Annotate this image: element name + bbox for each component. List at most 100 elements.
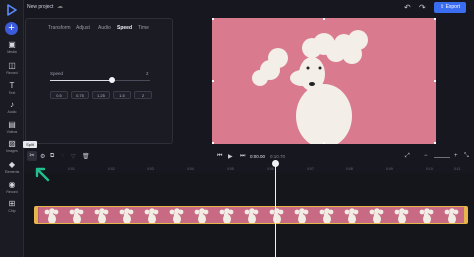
sidebar-item-chip[interactable]: ⊞ Chip	[0, 199, 24, 213]
top-bar: New project ☁ ↶ ↷ ⇪ Export	[24, 0, 474, 16]
ruler-tick: 0:01	[68, 167, 75, 171]
ruler-tick: 0:03	[147, 167, 154, 171]
zoom-slider[interactable]	[434, 157, 450, 158]
resize-handle[interactable]	[434, 142, 436, 144]
text-icon: T	[9, 81, 15, 90]
tab-adjust[interactable]: Adjust	[76, 25, 90, 31]
ruler-tick: 0:04	[187, 167, 194, 171]
sidebar-item-videos[interactable]: ▤ Videos	[0, 120, 24, 134]
clip-thumbnail	[314, 207, 339, 223]
ruler-tick: 0:11	[454, 167, 461, 171]
undo-icon[interactable]: ↶	[404, 3, 411, 12]
timeline-toolbar: ✂ ⚙ ⧉ ◌ ▽ 🗑 ⏮ ▶ ⏭ 0:00.00 0:10.70 ⤢ − + …	[24, 150, 474, 164]
clip-thumbnail	[89, 207, 114, 223]
clip-thumbnail	[289, 207, 314, 223]
play-icon[interactable]: ▶	[228, 153, 233, 160]
split-button[interactable]: ✂	[27, 151, 37, 161]
clip-trim-handle-right[interactable]	[464, 207, 468, 223]
properties-panel: Transform Adjust Audio Speed Time Speed …	[25, 18, 173, 144]
duration: 0:10.70	[270, 154, 286, 159]
resize-handle[interactable]	[212, 142, 214, 144]
clip-thumbnail	[364, 207, 389, 223]
expand-icon[interactable]: ⤡	[464, 153, 469, 160]
clip-thumbnail	[214, 207, 239, 223]
sidebar: + ▣ Media ◫ Record T Text ♪ Audio ▤ Vide…	[0, 0, 24, 257]
duplicate-icon[interactable]: ⧉	[50, 153, 54, 160]
resize-handle[interactable]	[212, 18, 214, 20]
record-circle-icon: ◉	[8, 180, 16, 189]
current-time: 0:00.00	[250, 154, 266, 159]
clip-thumbnail	[439, 207, 464, 223]
resize-handle[interactable]	[434, 80, 436, 82]
sidebar-item-media[interactable]: ▣ Media	[0, 40, 24, 54]
copy-icon: ◌	[61, 153, 65, 159]
media-icon: ▣	[8, 40, 16, 49]
editor-root: + ▣ Media ◫ Record T Text ♪ Audio ▤ Vide…	[0, 0, 474, 257]
ruler-tick: 0:09	[386, 167, 393, 171]
playhead-handle[interactable]	[272, 160, 279, 167]
zoom-out-icon[interactable]: −	[424, 153, 428, 159]
scissors-icon: ✂	[29, 153, 35, 159]
delete-icon[interactable]: 🗑	[82, 153, 90, 160]
tab-speed[interactable]: Speed	[117, 25, 132, 31]
clip-thumbnail	[414, 207, 439, 223]
videos-icon: ▤	[8, 120, 16, 129]
tab-audio[interactable]: Audio	[98, 25, 111, 31]
resize-handle[interactable]	[212, 80, 214, 82]
sidebar-item-record[interactable]: ◫ Record	[0, 61, 24, 75]
zoom-in-icon[interactable]: +	[454, 153, 458, 159]
speed-value: 2	[146, 71, 149, 76]
speed-slider-fill	[50, 80, 112, 81]
clip-thumbnail	[114, 207, 139, 223]
resize-handle[interactable]	[323, 142, 325, 144]
ruler-tick: 0:10	[426, 167, 433, 171]
poodle-image	[212, 18, 436, 144]
add-media-button[interactable]: +	[5, 22, 18, 35]
clip-thumbnail	[339, 207, 364, 223]
tab-transform[interactable]: Transform	[48, 25, 71, 31]
speed-preset-1.25[interactable]: 1.25	[92, 91, 110, 99]
skip-forward-icon[interactable]: ⏭	[240, 153, 245, 160]
video-preview[interactable]	[212, 18, 436, 144]
sidebar-item-images[interactable]: ▨ Images	[0, 139, 24, 153]
clip-thumbnail	[139, 207, 164, 223]
resize-handle[interactable]	[323, 18, 325, 20]
timeline-ruler[interactable]: 0:01 0:02 0:03 0:04 0:05 0:06 0:07 0:08 …	[24, 165, 474, 173]
clip-thumbnail	[239, 207, 264, 223]
ruler-tick: 0:06	[267, 167, 274, 171]
elements-icon: ◆	[8, 160, 16, 169]
ruler-tick: 0:02	[108, 167, 115, 171]
resize-handle[interactable]	[434, 18, 436, 20]
tab-time[interactable]: Time	[138, 25, 149, 31]
clip-thumbnail	[64, 207, 89, 223]
clip-trim-handle-left[interactable]	[34, 207, 38, 223]
speed-slider[interactable]	[50, 77, 150, 83]
speed-label: Speed	[50, 71, 64, 76]
app-logo-icon[interactable]	[6, 4, 18, 16]
skip-back-icon[interactable]: ⏮	[217, 153, 222, 160]
sidebar-item-record-2[interactable]: ◉ Record	[0, 180, 24, 194]
settings-icon[interactable]: ⚙	[40, 153, 45, 160]
ruler-tick: 0:07	[307, 167, 314, 171]
sidebar-item-text[interactable]: T Text	[0, 81, 24, 95]
fit-icon[interactable]: ⤢	[405, 153, 410, 160]
speed-preset-0.5[interactable]: 0.5	[50, 91, 68, 99]
ruler-tick: 0:05	[227, 167, 234, 171]
project-title[interactable]: New project	[27, 4, 53, 10]
clip-thumbnail	[389, 207, 414, 223]
playhead[interactable]	[275, 160, 276, 257]
chip-icon: ⊞	[8, 199, 16, 208]
speed-slider-thumb[interactable]	[109, 77, 115, 83]
speed-preset-0.75[interactable]: 0.75	[71, 91, 89, 99]
audio-icon: ♪	[10, 100, 14, 109]
redo-icon[interactable]: ↷	[419, 3, 426, 12]
speed-preset-2[interactable]: 2	[134, 91, 152, 99]
record-icon: ◫	[8, 61, 16, 70]
video-clip[interactable]	[34, 206, 468, 224]
export-button[interactable]: ⇪ Export	[434, 2, 466, 13]
split-tooltip: Split	[23, 141, 37, 148]
sidebar-item-elements[interactable]: ◆ Elements	[0, 160, 24, 174]
sidebar-item-audio[interactable]: ♪ Audio	[0, 100, 24, 114]
speed-preset-1.5[interactable]: 1.5	[113, 91, 131, 99]
annotation-arrow-icon	[35, 167, 50, 182]
